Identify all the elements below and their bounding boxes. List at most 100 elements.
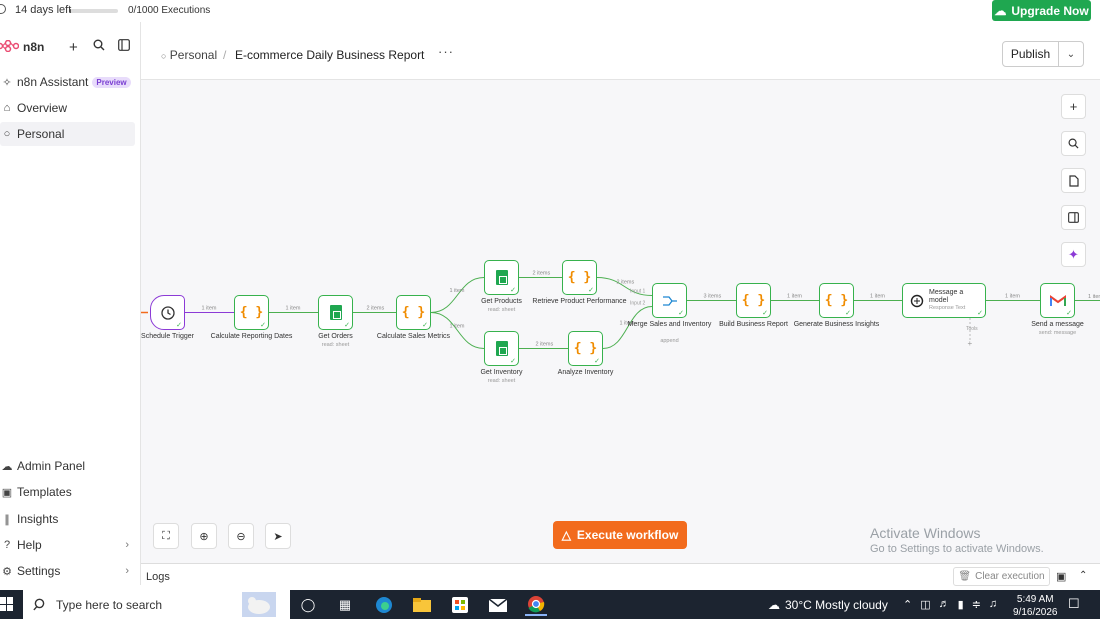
home-icon: ⌂ [3,102,11,114]
tools-port-label: Tools [966,326,978,332]
workflow-node-get-inventory[interactable]: ✓ [484,331,519,366]
clear-execution-button[interactable]: 🗑 Clear execution [953,567,1050,586]
workflow-canvas[interactable]: 1 item 1 item 2 items 1 item 1 item 2 items 2 … [141,80,1100,563]
code-icon: { } [573,341,598,356]
merge-icon [662,295,677,306]
sidebar-item-overview[interactable]: ⌂ Overview [0,96,135,120]
publish-button[interactable]: Publish [1003,42,1059,66]
code-icon: { } [239,305,264,320]
node-label: Send a message [1031,321,1084,328]
task-view-icon[interactable]: ◯ [297,594,319,616]
add-tool-icon[interactable]: + [968,339,973,348]
system-tray[interactable]: ⌃ ◫ ♬ ▮ ≑ ♫ [903,598,997,611]
sidebar-item-templates[interactable]: ▣ Templates [0,480,135,504]
workflow-node-calc-dates[interactable]: { } ✓ [234,295,269,330]
breadcrumb-project[interactable]: ○ Personal [161,48,217,62]
collapse-sidebar-icon[interactable] [118,39,130,54]
add-icon[interactable]: + [69,39,78,56]
clock-icon [0,4,6,14]
sparkle-icon: ✧ [2,76,12,89]
more-options-button[interactable]: ··· [438,44,454,59]
edge-label: 1 item [202,306,217,312]
node-label: Calculate Sales Metrics [376,333,451,340]
workflow-node-analyze-inv[interactable]: { } ✓ [568,331,603,366]
workflow-node-merge[interactable]: ✓ [652,283,687,318]
ai-assistant-button[interactable]: ✦ [1061,242,1086,267]
connection-line[interactable] [430,312,485,349]
sidebar-item-help[interactable]: ? Help › [0,533,135,557]
windows-start-icon[interactable] [0,597,14,611]
chevron-up-icon[interactable]: ⌃ [1079,570,1087,581]
chevron-down-icon[interactable]: ⌄ [1059,42,1083,66]
sidebar-item-personal[interactable]: ○ Personal [0,122,135,146]
logo-text: n8n [23,40,45,54]
workflow-node-gen-insights[interactable]: { } ✓ [819,283,854,318]
chrome-icon[interactable] [525,594,547,616]
success-check-icon: ✓ [260,322,266,329]
sticky-note-button[interactable] [1061,168,1086,193]
mail-icon[interactable] [487,594,509,616]
user-icon: ○ [161,51,167,61]
code-icon: { } [741,293,766,308]
workflow-node-trigger[interactable]: ✓ [150,295,185,330]
workflow-node-send-message[interactable]: ✓ [1040,283,1075,318]
panel-toggle-button[interactable] [1061,205,1086,230]
upgrade-button[interactable]: ☁ Upgrade Now [992,0,1091,21]
weather-widget[interactable]: ☁ 30°C Mostly cloudy [768,598,888,612]
cloud-icon: ☁ [1,460,13,473]
notifications-icon[interactable]: ☐ [1068,596,1080,612]
edge-label: 2 items [367,306,385,312]
success-check-icon: ✓ [594,358,600,365]
file-explorer-icon[interactable] [411,594,433,616]
add-node-button[interactable]: + [1061,94,1086,119]
zoom-in-button[interactable]: ⊕ [191,523,217,549]
taskbar-search-box[interactable]: Type here to search [23,590,290,619]
search-icon[interactable] [93,39,105,54]
edge-label: 2 items [536,342,554,348]
edge-label: 3 items [704,294,722,300]
n8n-logo[interactable]: n8n [0,39,47,54]
fit-view-button[interactable]: ⛶ [153,523,179,549]
logs-label[interactable]: Logs [146,571,170,583]
widgets-icon[interactable]: ▦ [334,594,356,616]
gift-icon: ☁ [994,3,1007,18]
chevron-right-icon: › [125,539,129,551]
success-check-icon: ✓ [176,322,182,329]
edge-label: 1 item [870,294,885,300]
node-subtitle: send: message [1038,330,1077,336]
workflow-title[interactable]: E-commerce Daily Business Report [235,48,424,62]
chevron-right-icon: › [125,565,129,577]
sidebar-item-insights[interactable]: ∥ Insights [0,507,135,531]
preview-badge: Preview [92,76,131,88]
battery-icon: ▮ [957,599,964,611]
tidy-up-button[interactable]: ➤ [265,523,291,549]
trial-executions: 0/1000 Executions [128,5,211,16]
clock-icon [160,305,175,320]
zoom-out-button[interactable]: ⊖ [228,523,254,549]
node-subtitle: append [660,338,679,344]
openai-icon [910,294,924,308]
search-nodes-button[interactable] [1061,131,1086,156]
edge-browser-icon[interactable] [373,594,395,616]
workflow-node-get-orders[interactable]: ✓ [318,295,353,330]
code-icon: { } [401,305,426,320]
code-icon: { } [567,270,592,285]
workflow-node-retrieve-perf[interactable]: { } ✓ [562,260,597,295]
execute-workflow-button[interactable]: △ Execute workflow [553,521,687,549]
chart-icon: ∥ [4,513,10,526]
cloud-icon: ☁ [768,598,780,612]
workflow-node-calc-sales[interactable]: { } ✓ [396,295,431,330]
system-clock[interactable]: 5:49 AM 9/16/2026 [1013,593,1058,619]
edge-label: 1 item [450,288,465,294]
store-icon[interactable] [449,594,471,616]
workflow-node-build-report[interactable]: { } ✓ [736,283,771,318]
success-check-icon: ✓ [422,322,428,329]
sidebar-item-assistant[interactable]: ✧ n8n Assistant Preview [0,70,135,94]
logs-panel-icon[interactable]: ▣ [1056,570,1066,583]
n8n-logo-icon [0,39,20,53]
sidebar: n8n + ✧ n8n Assistant Preview ⌂ Overview… [0,22,141,585]
workflow-node-get-products[interactable]: ✓ [484,260,519,295]
node-label: Analyze Inventory [557,369,614,376]
sidebar-item-admin-panel[interactable]: ☁ Admin Panel [0,454,135,478]
sidebar-item-settings[interactable]: ⚙ Settings › [0,559,135,583]
